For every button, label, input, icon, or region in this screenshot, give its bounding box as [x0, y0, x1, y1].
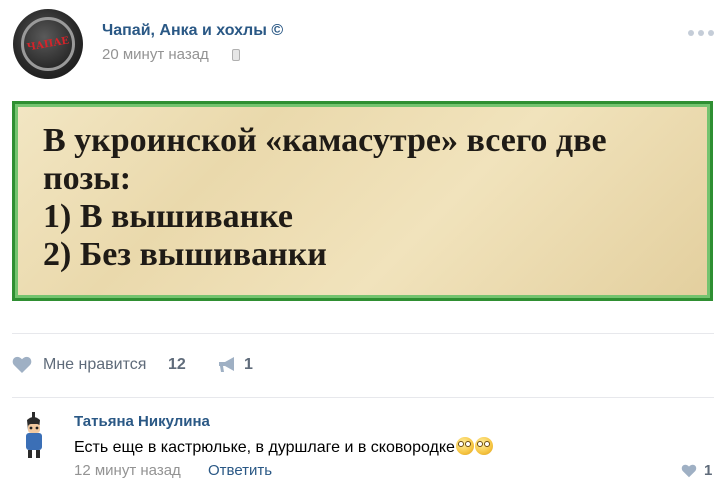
dot — [708, 30, 714, 36]
comment-like-count[interactable]: 1 — [704, 462, 712, 479]
post-image[interactable]: В укроинской «камасутре» всего две позы:… — [12, 101, 713, 301]
comment-text-line: Есть еще в кастрюльке, в дуршлаге и в ск… — [74, 437, 493, 457]
flushed-face-emoji-icon — [455, 437, 474, 455]
comment-time[interactable]: 12 минут назад — [74, 462, 181, 479]
group-name-link[interactable]: Чапай, Анка и хохлы © — [102, 22, 283, 40]
divider — [12, 397, 714, 398]
post-image-text: В укроинской «камасутре» всего две позы:… — [43, 122, 607, 273]
megaphone-icon[interactable] — [217, 356, 237, 374]
share-count[interactable]: 1 — [244, 356, 253, 374]
group-avatar[interactable]: ЧАПАЕ — [13, 9, 83, 79]
phone-icon — [232, 49, 240, 61]
comment-heart-icon[interactable] — [681, 464, 697, 478]
reply-button[interactable]: Ответить — [208, 462, 272, 479]
comment-author-link[interactable]: Татьяна Никулина — [74, 413, 210, 430]
like-button-label[interactable]: Мне нравится — [43, 356, 146, 374]
comment-text: Есть еще в кастрюльке, в дуршлаге и в ск… — [74, 439, 455, 456]
commenter-avatar[interactable] — [18, 410, 50, 460]
post-time[interactable]: 20 минут назад — [102, 46, 209, 63]
flushed-face-emoji-icon — [474, 437, 493, 455]
heart-icon[interactable] — [12, 356, 32, 374]
divider — [12, 333, 714, 334]
more-dots-icon[interactable] — [688, 30, 714, 36]
like-count[interactable]: 12 — [168, 356, 186, 374]
dot — [688, 30, 694, 36]
dot — [698, 30, 704, 36]
